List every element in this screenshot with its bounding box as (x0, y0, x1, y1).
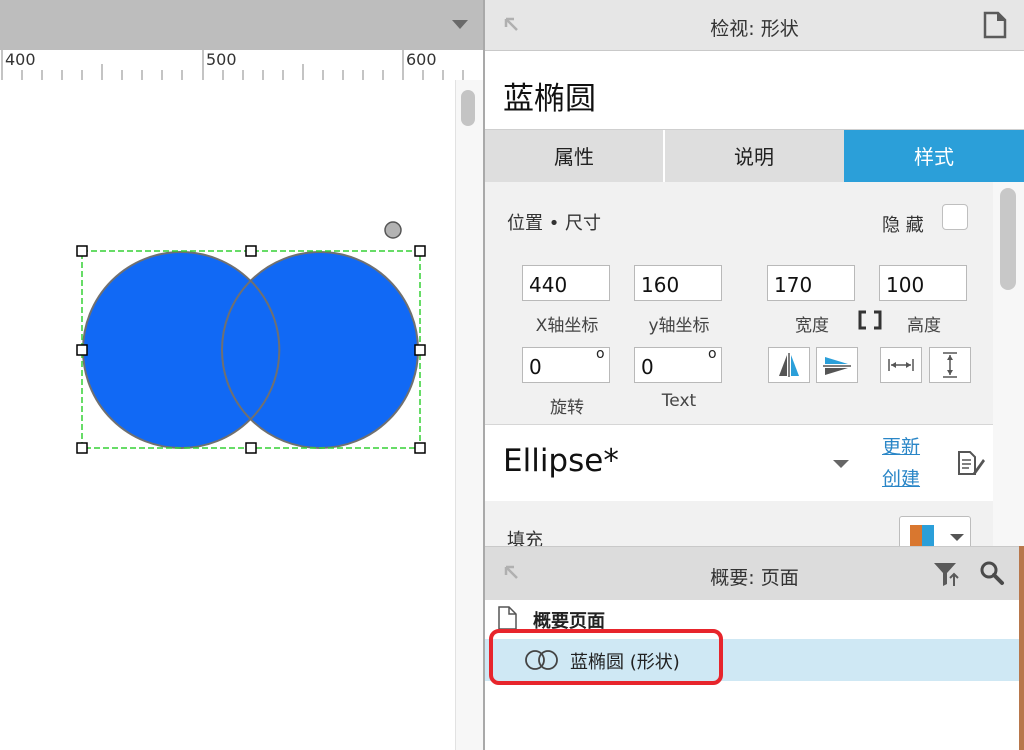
style-panel-scroll-thumb[interactable] (1000, 188, 1016, 290)
style-name: Ellipse* (503, 443, 619, 479)
x-coordinate-input[interactable]: 440 (522, 265, 610, 301)
y-coordinate-input[interactable]: 160 (634, 265, 722, 301)
background-window-edge (1019, 546, 1024, 750)
distribute-horizontal-icon (888, 359, 914, 371)
text-rotation-degree-symbol: o (708, 346, 717, 362)
inspector-title: 检视: 形状 (710, 18, 799, 40)
canvas-toolbar (0, 0, 483, 50)
resize-handle[interactable] (76, 344, 88, 356)
fill-dropdown-icon (950, 534, 964, 541)
horizontal-ruler: 400 500 600 (0, 50, 483, 81)
blue-ellipse-shape[interactable] (82, 251, 419, 449)
height-label: 高度 (907, 316, 941, 336)
shape-name-text[interactable]: 蓝椭圆 (503, 73, 596, 118)
fill-swatch-blue (922, 525, 934, 547)
y-coordinate-label: y轴坐标 (648, 316, 710, 336)
rotation-label: 旋转 (550, 398, 584, 418)
highlight-box (489, 629, 723, 685)
width-label: 宽度 (795, 316, 829, 336)
ruler-label-400: 400 (5, 50, 36, 69)
width-input[interactable]: 170 (767, 265, 855, 301)
tab-style[interactable]: 样式 (844, 130, 1024, 182)
resize-handle[interactable] (76, 442, 88, 454)
page-icon[interactable] (983, 11, 1007, 39)
fill-label: 填充 (507, 530, 543, 546)
resize-handle[interactable] (76, 245, 88, 257)
hidden-checkbox[interactable] (942, 204, 968, 230)
outline-header: 概要: 页面 (485, 546, 1024, 601)
rotate-handle[interactable] (384, 221, 402, 239)
edit-style-icon[interactable] (956, 449, 986, 477)
lock-ratio-icon[interactable] (857, 309, 883, 331)
inspector-tabs: 属性 说明 样式 (485, 130, 1024, 182)
canvas-drawing (76, 221, 426, 454)
style-dropdown-icon[interactable] (833, 460, 849, 468)
geometry-section-title: 位置 • 尺寸 (507, 213, 602, 234)
resize-handle[interactable] (414, 245, 426, 257)
fill-swatch-orange (910, 525, 922, 547)
shape-name-box[interactable]: 蓝椭圆 (485, 51, 1024, 130)
search-icon[interactable] (979, 560, 1005, 586)
canvas-dropdown-icon[interactable] (452, 20, 468, 29)
resize-handle[interactable] (245, 442, 257, 454)
resize-handle[interactable] (414, 442, 426, 454)
canvas-scroll-thumb[interactable] (461, 90, 475, 126)
flip-horizontal-button[interactable] (768, 347, 810, 383)
update-style-link[interactable]: 更新 (882, 432, 920, 459)
tab-properties[interactable]: 属性 (485, 130, 665, 182)
flip-vertical-icon (823, 357, 851, 375)
page-icon (498, 606, 517, 630)
distribute-vertical-icon (943, 352, 957, 378)
resize-handle[interactable] (414, 344, 426, 356)
resize-handle[interactable] (245, 245, 257, 257)
rotation-degree-symbol: o (596, 346, 605, 362)
x-coordinate-label: X轴坐标 (535, 316, 599, 336)
hidden-label: 隐 藏 (882, 215, 924, 236)
tab-notes[interactable]: 说明 (665, 130, 843, 182)
distribute-vertical-button[interactable] (929, 347, 971, 383)
flip-vertical-button[interactable] (816, 347, 858, 383)
flip-horizontal-icon (779, 353, 799, 377)
inspector-header: 检视: 形状 (485, 0, 1024, 51)
distribute-horizontal-button[interactable] (880, 347, 922, 383)
ruler-label-500: 500 (206, 50, 237, 69)
filter-icon[interactable] (932, 560, 962, 588)
design-canvas[interactable] (0, 80, 455, 750)
canvas-vertical-scrollbar[interactable] (455, 80, 484, 750)
ruler-label-600: 600 (406, 50, 437, 69)
text-rotation-label: Text (661, 391, 697, 411)
create-style-link[interactable]: 创建 (882, 464, 920, 491)
height-input[interactable]: 100 (879, 265, 967, 301)
